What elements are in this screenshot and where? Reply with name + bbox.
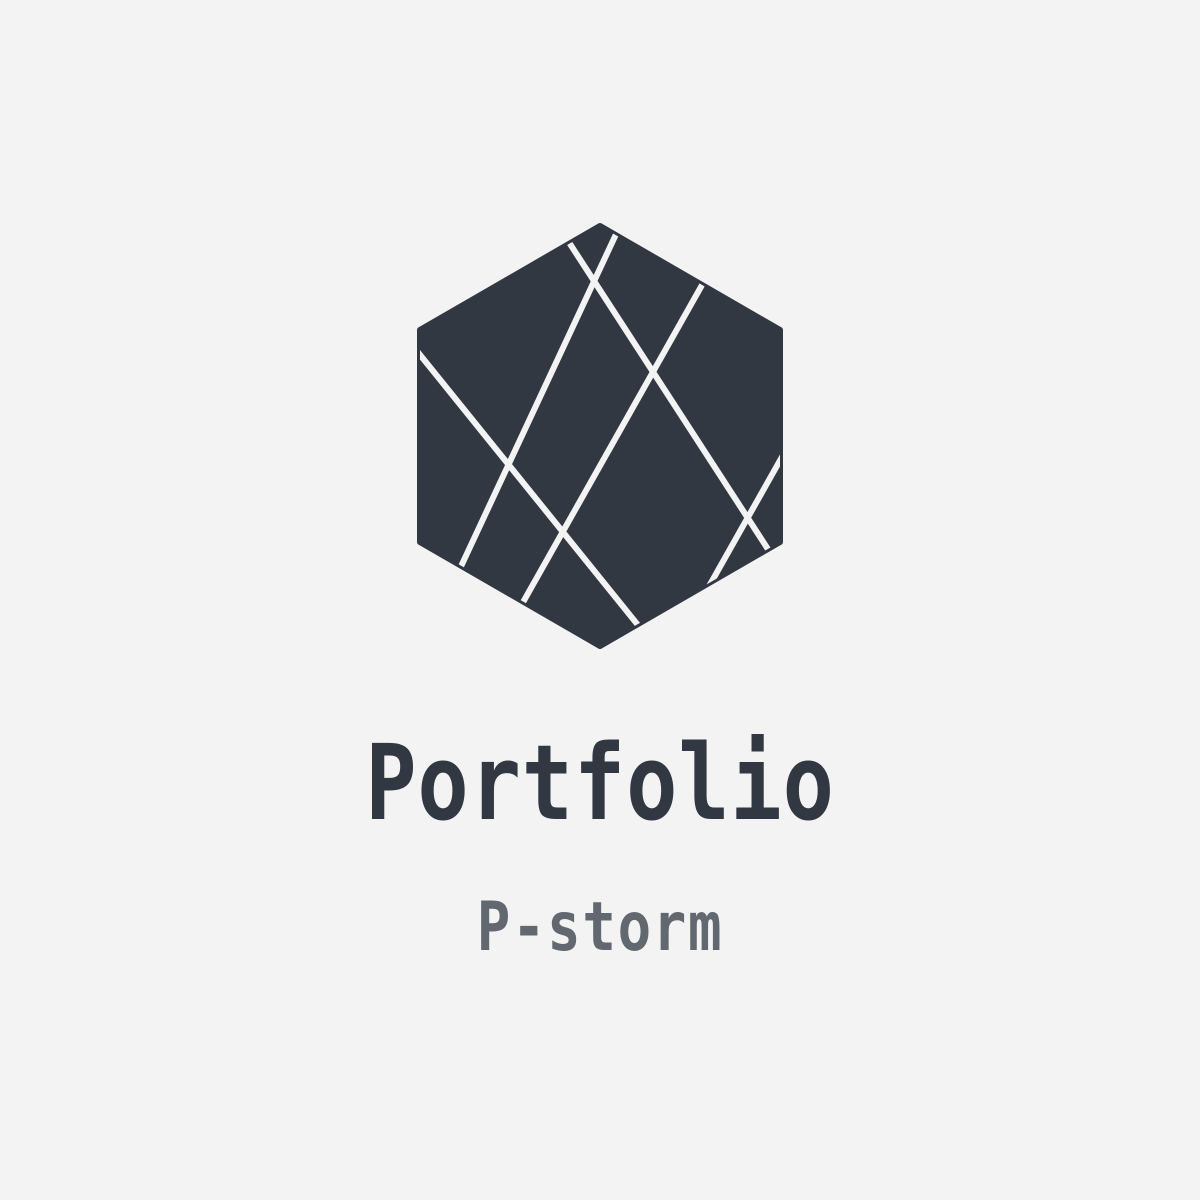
canvas: Portfolio P-storm bbox=[0, 0, 1200, 1200]
faceted-hexagon-icon bbox=[417, 223, 783, 649]
brand-subtitle: P-storm bbox=[476, 888, 724, 967]
brand-title: Portfolio bbox=[365, 722, 835, 844]
